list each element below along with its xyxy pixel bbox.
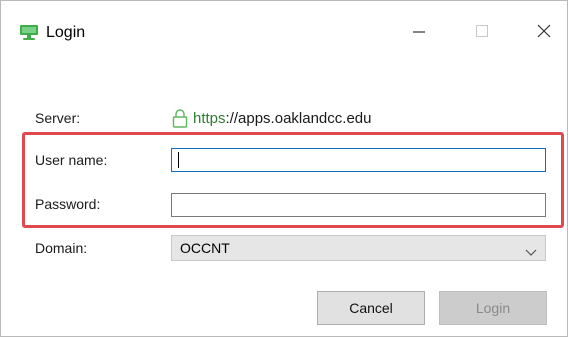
monitor-icon [19, 23, 39, 43]
domain-label: Domain: [35, 240, 88, 256]
domain-select[interactable]: OCCNT [171, 235, 546, 261]
username-input[interactable] [171, 148, 546, 172]
chevron-down-icon [525, 244, 537, 256]
login-window: Login Server: https://apps.oaklandcc.ed… [0, 0, 568, 337]
server-label: Server: [35, 110, 81, 126]
title-bar[interactable]: Login [1, 1, 567, 63]
login-button[interactable]: Login [439, 291, 547, 325]
text-caret [178, 152, 179, 168]
password-input[interactable] [171, 193, 546, 217]
lock-icon [171, 108, 189, 128]
close-button[interactable] [521, 11, 567, 51]
password-label: Password: [35, 196, 101, 212]
close-icon [537, 24, 551, 38]
maximize-button[interactable] [459, 11, 505, 51]
maximize-icon [476, 25, 488, 37]
server-host: ://apps.oaklandcc.edu [225, 109, 372, 127]
minimize-button[interactable] [396, 11, 442, 51]
server-url: https://apps.oaklandcc.edu [171, 107, 371, 129]
cancel-button[interactable]: Cancel [317, 291, 425, 325]
window-title: Login [46, 24, 86, 41]
server-scheme: https [193, 109, 226, 127]
minimize-icon [413, 31, 425, 33]
domain-selected-value: OCCNT [180, 240, 230, 256]
username-label: User name: [35, 152, 108, 168]
